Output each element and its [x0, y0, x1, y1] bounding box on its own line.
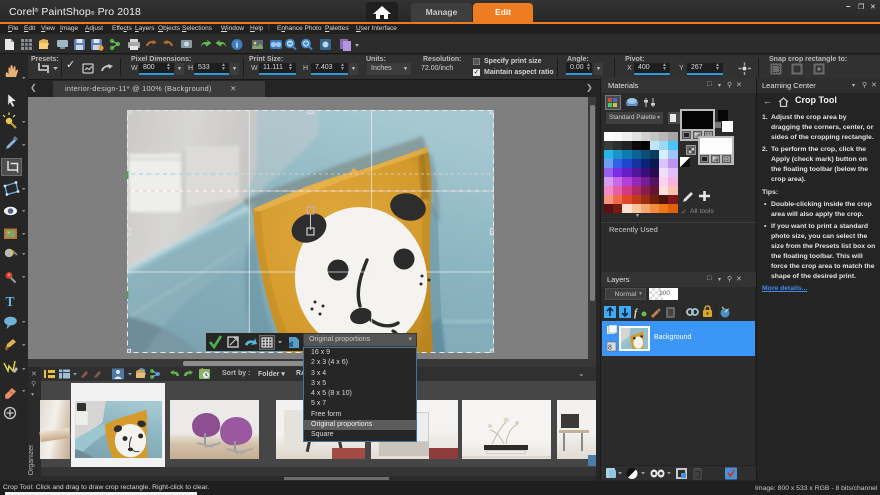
svg-text:8: 8 — [608, 345, 612, 352]
svg-text:T: T — [6, 294, 15, 309]
svg-text:i: i — [236, 41, 238, 50]
svg-text:f: f — [634, 308, 639, 319]
